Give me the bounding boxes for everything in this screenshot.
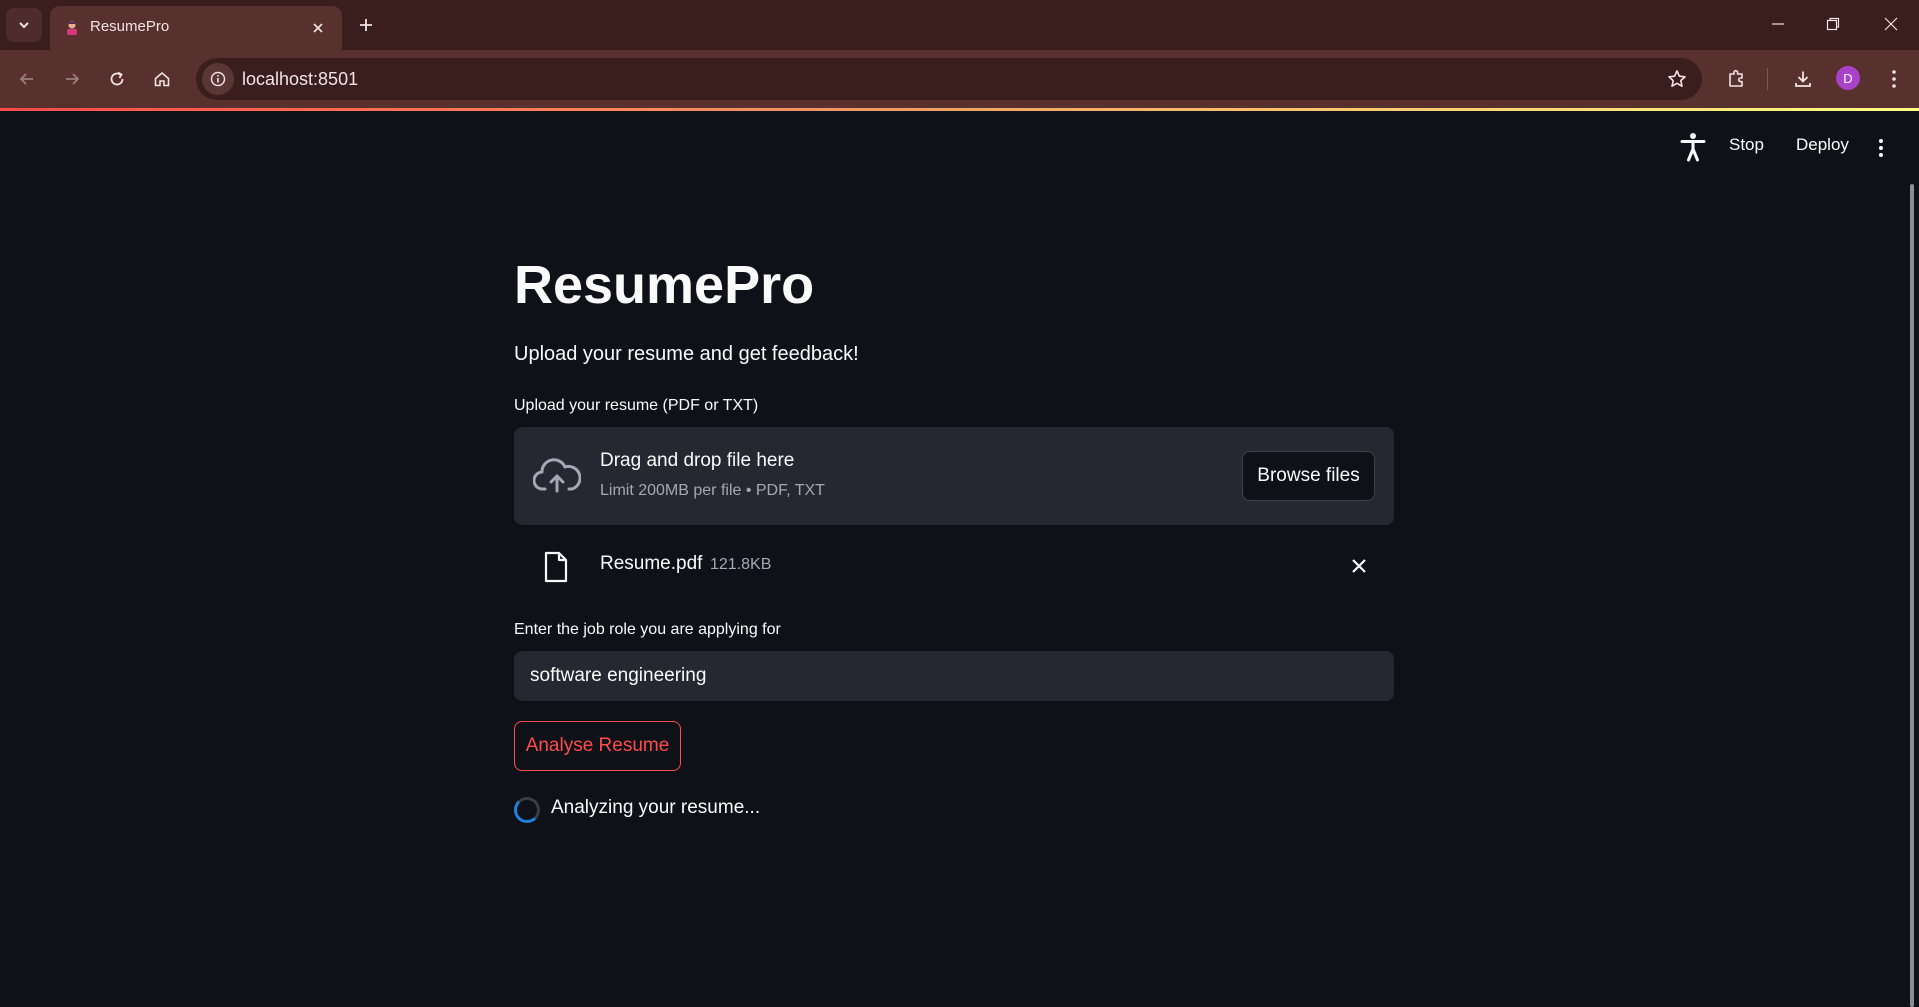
extensions-button[interactable] [1721,63,1753,95]
file-dropzone[interactable]: Drag and drop file here Limit 200MB per … [514,427,1394,525]
arrow-left-icon [19,73,33,85]
profile-avatar[interactable]: D [1836,66,1860,90]
browser-menu-button[interactable] [1878,63,1910,95]
app-menu-button[interactable] [1872,135,1890,161]
puzzle-icon [1729,69,1743,87]
browse-files-button[interactable]: Browse files [1242,451,1375,501]
file-icon [544,551,568,583]
plus-icon [360,19,372,31]
uploaded-file-name: Resume.pdf [600,553,703,574]
browser-tab-bar: ResumePro [0,0,1919,50]
minimize-button[interactable] [1758,8,1798,40]
back-button[interactable] [11,63,43,95]
close-icon [1352,559,1366,573]
url-text[interactable]: localhost:8501 [242,69,358,90]
arrow-right-icon [66,73,80,85]
close-icon [1884,17,1898,31]
job-role-input[interactable] [514,651,1394,701]
stop-button[interactable]: Stop [1729,135,1764,155]
page-scrollbar[interactable] [1910,184,1914,1007]
downloads-button[interactable] [1787,63,1819,95]
new-tab-button[interactable] [353,12,379,38]
kebab-menu-icon [1879,139,1883,157]
forward-button[interactable] [56,63,88,95]
kebab-menu-icon [1892,70,1896,88]
bookmark-star-icon[interactable] [1664,66,1690,92]
job-role-label: Enter the job role you are applying for [514,621,781,638]
accessibility-icon[interactable] [1679,132,1707,162]
uploaded-file-size: 121.8KB [710,556,772,573]
restore-button[interactable] [1813,8,1853,40]
browser-tab[interactable]: ResumePro [50,6,342,50]
tab-close-icon[interactable] [308,18,328,38]
favicon-icon [67,21,77,35]
download-icon [1795,71,1811,87]
minimize-icon [1772,23,1784,25]
page-subtitle: Upload your resume and get feedback! [514,343,859,365]
tab-title: ResumePro [90,18,170,35]
uploaded-file-row: Resume.pdf 121.8KB [514,541,1394,589]
close-window-button[interactable] [1871,8,1911,40]
remove-file-button[interactable] [1348,555,1370,577]
reload-icon [110,71,124,86]
site-info-icon[interactable] [202,63,234,95]
address-bar[interactable]: localhost:8501 [196,58,1702,100]
app-header: Stop Deploy [0,111,1919,181]
cloud-upload-icon [533,458,581,493]
uploader-label: Upload your resume (PDF or TXT) [514,397,759,414]
deploy-button[interactable]: Deploy [1796,135,1849,155]
browser-toolbar: localhost:8501 [0,50,1919,108]
chevron-down-icon [19,22,29,29]
status-text: Analyzing your resume... [551,797,761,818]
loading-spinner-icon [514,797,540,823]
restore-icon [1826,17,1840,31]
analyse-resume-button[interactable]: Analyse Resume [514,721,681,771]
reload-button[interactable] [101,63,133,95]
dropzone-instructions: Drag and drop file here [600,450,795,471]
home-button[interactable] [146,63,178,95]
home-icon [154,71,170,87]
tab-search-button[interactable] [6,8,42,42]
page-title: ResumePro [514,255,815,315]
toolbar-separator [1767,68,1768,90]
dropzone-limit-text: Limit 200MB per file • PDF, TXT [600,482,825,499]
